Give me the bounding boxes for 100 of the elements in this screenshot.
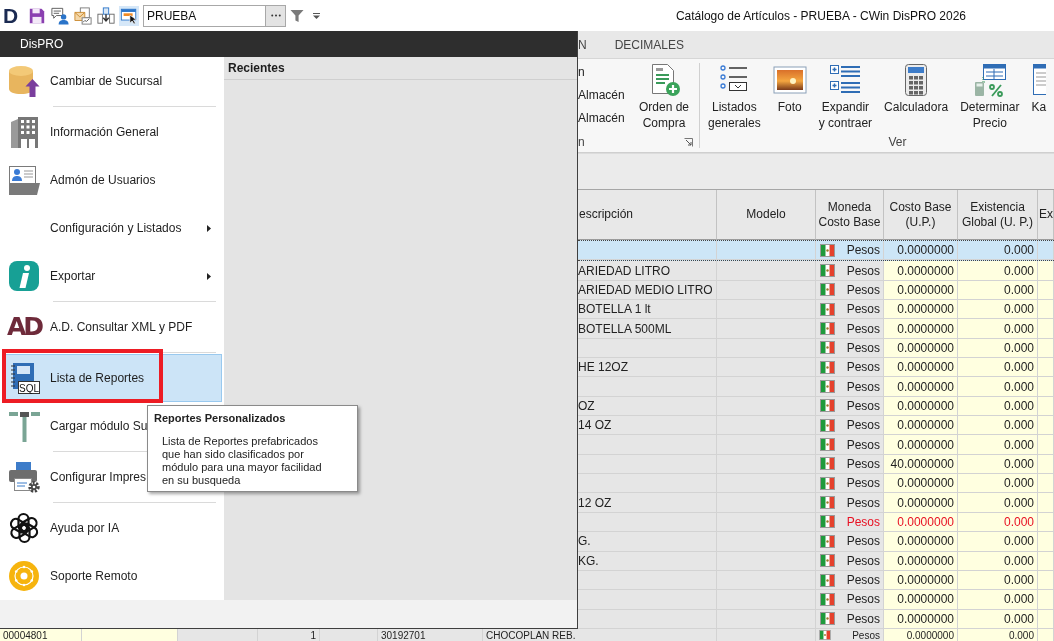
ribbon-button[interactable]: Foto [769,59,810,132]
ribbon-button[interactable]: Expandir y contraer [815,59,876,132]
currency-label: Pesos [846,321,880,336]
table-row[interactable]: HE 12OZ Pesos 0.0000000 0.000 [578,358,1054,378]
table-row[interactable]: Pesos 40.0000000 0.000 [578,454,1054,475]
table-row[interactable]: G. Pesos 0.0000000 0.000 [578,532,1054,552]
flag-icon [820,476,835,490]
download-icon[interactable] [96,5,116,26]
table-row[interactable]: BOTELLA 500ML Pesos 0.0000000 0.000 [578,319,1054,339]
document-envelope-icon[interactable] [73,5,93,26]
table-cell [1038,338,1054,359]
flag-icon [820,554,835,568]
currency-label: Pesos [846,243,880,258]
table-cell: 0.0000000 [884,551,958,571]
table-cell: 0.0000000 [884,338,958,359]
table-cell: 0.000 [958,551,1038,571]
table-cell: 0.0000000 [884,319,958,339]
price-table-icon [972,63,1007,97]
menu-item[interactable]: AD A.D. Consultar XML y PDF [2,303,194,351]
menu-item[interactable]: Información General [2,108,160,156]
table-cell: 0.0000000 [884,358,958,378]
table-row[interactable]: 12 OZ Pesos 0.0000000 0.000 [578,493,1054,513]
table-cell [1038,454,1054,475]
currency-label: Pesos [846,534,880,549]
table-row[interactable]: Pesos 0.0000000 0.000 [578,609,1054,629]
table-cell [1038,280,1054,301]
menu-item[interactable]: Soporte Remoto [2,552,139,600]
table-row[interactable]: Pesos 0.0000000 0.000 [578,377,1054,397]
currency-label: Pesos [846,611,880,626]
flag-icon [820,399,835,413]
table-row[interactable]: Pesos 0.0000000 0.000 [578,240,1054,262]
ribbon-button[interactable]: Listados generales [705,59,764,132]
table-cell [1038,570,1054,591]
table-cell [1038,319,1054,339]
user-message-icon[interactable] [50,5,70,26]
ribbon-button[interactable]: Calculadora [881,59,952,132]
table-row[interactable]: KG. Pesos 0.0000000 0.000 [578,551,1054,571]
ribbon-button[interactable]: Determinar Precio [957,59,1023,132]
table-row[interactable]: BOTELLA 1 lt Pesos 0.0000000 0.000 [578,300,1054,320]
filter-icon[interactable] [290,8,304,23]
text-field[interactable]: PRUEBA [143,4,266,27]
knot-icon [8,512,40,544]
table-cell: 0.0000000 [884,241,958,261]
ribbon-button[interactable]: Ka [1028,59,1050,132]
ribbon-button[interactable]: Almacén [578,83,636,106]
table-row[interactable]: Pesos 0.0000000 0.000 [578,474,1054,494]
ribbon-tab[interactable]: DECIMALES [600,31,699,58]
table-row[interactable]: 00004801 1 30192701 CHOCOPLAN REB. Pesos 0.0000000 0.000 [0,629,1054,641]
flag-icon [820,438,835,452]
menu-item[interactable]: Exportar [2,252,222,300]
table-cell [1038,609,1054,629]
window-cursor-icon[interactable] [119,5,139,26]
table-row[interactable]: Pesos 0.0000000 0.000 [578,570,1054,591]
menu-item[interactable]: Cargar módulo Su [2,402,149,450]
flag-icon [820,322,835,336]
ribbon-button[interactable]: n [578,60,636,83]
dropdown-caret-icon[interactable] [313,12,320,19]
flag-icon [820,612,835,626]
menu-item[interactable]: Configurar Impres [2,453,148,501]
menu-item[interactable]: Ayuda por IA [2,504,121,552]
flag-icon [820,380,835,394]
flag-icon [819,630,831,640]
table-row[interactable]: Pesos 0.0000000 0.000 [578,338,1054,359]
table-cell: 0.0000000 [884,474,958,494]
table-cell: CHOCOPLAN REB. [483,629,717,641]
currency-label: Pesos [846,360,880,375]
menu-item[interactable]: Cambiar de Sucursal [2,57,164,105]
menu-item[interactable]: Configuración y Listados [2,204,222,252]
table-row[interactable]: Pesos 0.0000000 0.000 [578,435,1054,455]
table-cell: 0.000 [958,474,1038,494]
flag-icon [820,341,835,355]
table-row[interactable]: 14 OZ Pesos 0.0000000 0.000 [578,416,1054,436]
table-row[interactable]: OZ Pesos 0.0000000 0.000 [578,396,1054,417]
table-row[interactable]: ARIEDAD MEDIO LITRO Pesos 0.0000000 0.000 [578,280,1054,301]
table-cell: 0.000 [958,609,1038,629]
table-cell [1038,512,1054,533]
flag-icon [820,360,835,374]
table-cell: 0.000 [958,570,1038,591]
flag-icon [820,573,835,587]
user-card-icon [8,164,40,196]
launcher-icon[interactable] [684,137,693,147]
table-row[interactable]: ARIEDAD LITRO Pesos 0.0000000 0.000 [578,261,1054,281]
ribbon-button[interactable]: Orden de Compra [636,59,693,132]
menu-item[interactable]: Admón de Usuarios [2,156,157,204]
table-row[interactable]: Pesos 0.0000000 0.000 [578,512,1054,533]
table-row[interactable]: Pesos 0.0000000 0.000 [578,590,1054,610]
table-cell [1038,416,1054,436]
ribbon-button[interactable]: Almacén [578,106,636,129]
table-cell: 0.0000000 [884,629,958,641]
flag-icon [820,283,835,297]
table-cell: 0.0000000 [884,532,958,552]
currency-label: Pesos [846,302,880,317]
browse-button[interactable] [266,4,286,27]
currency-label: Pesos [846,437,880,452]
currency-label: Pesos [846,263,880,278]
table-cell [1038,241,1054,261]
ribbon-tab[interactable]: N [578,31,601,58]
table-cell: 0.000 [958,319,1038,339]
table-cell: 0.000 [958,261,1038,281]
tooltip-text: Lista de Reportes prefabricados que han sido clasificados por módulo para una mayor facilidad en su busqueda [162,435,323,487]
